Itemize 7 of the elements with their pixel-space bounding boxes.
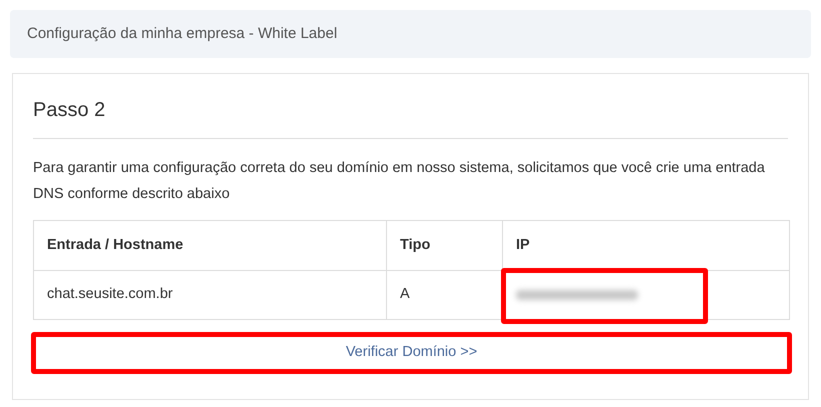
column-header: Entrada / Hostname [34, 220, 386, 270]
column-header: Tipo [386, 220, 502, 270]
page-title: Configuração da minha empresa - White Label [27, 24, 338, 44]
step-description: Para garantir uma configuração correta do seu domínio em nosso sistema, solicitamos que você crie uma entrada DNS conforme descrito abaixo [33, 159, 766, 204]
column-header: IP [502, 220, 790, 270]
step-title: Passo 2 [33, 99, 106, 121]
table-cell: chat.seusite.com.br [34, 270, 386, 320]
